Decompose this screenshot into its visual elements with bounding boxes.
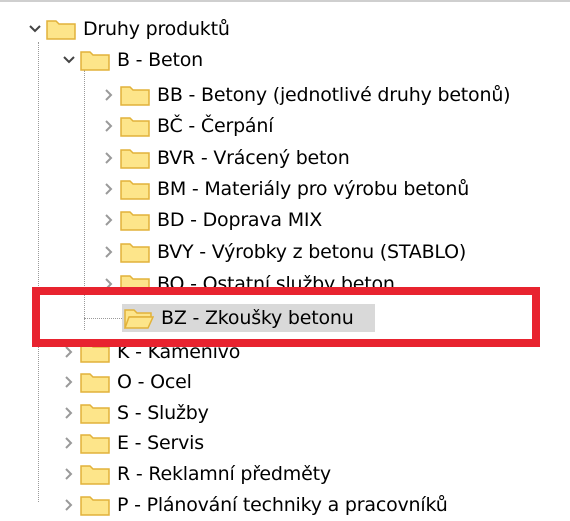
chevron-down-icon[interactable] [24, 16, 46, 42]
folder-icon [120, 147, 150, 169]
folder-icon [80, 432, 110, 454]
folder-icon [120, 241, 150, 263]
tree-node-bc[interactable]: BČ - Čerpání [98, 113, 273, 139]
tree-node-bm[interactable]: BM - Materiály pro výrobu betonů [98, 176, 469, 202]
chevron-right-icon[interactable] [98, 145, 120, 171]
tree-node-bvy[interactable]: BVY - Výrobky z betonu (STABLO) [98, 239, 466, 265]
chevron-down-icon[interactable] [58, 47, 80, 73]
chevron-right-icon[interactable] [98, 176, 120, 202]
chevron-right-icon[interactable] [58, 492, 80, 518]
chevron-right-icon[interactable] [58, 400, 80, 426]
tree-node-label: BM - Materiály pro výrobu betonů [157, 178, 470, 200]
annotation-highlight-box [32, 287, 540, 347]
tree-node-bd[interactable]: BD - Doprava MIX [98, 207, 322, 233]
chevron-right-icon[interactable] [98, 82, 120, 108]
folder-icon [120, 115, 150, 137]
tree-node-label: B - Beton [117, 49, 204, 71]
folder-icon [120, 84, 150, 106]
chevron-right-icon[interactable] [98, 239, 120, 265]
tree-node-bb[interactable]: BB - Betony (jednotlivé druhy betonů) [98, 82, 511, 108]
chevron-right-icon[interactable] [58, 430, 80, 456]
product-tree[interactable]: Druhy produktů B - Beton BB - Betony (je… [0, 0, 570, 519]
tree-node-label: O - Ocel [117, 371, 192, 393]
tree-node-s[interactable]: S - Služby [58, 400, 209, 426]
tree-node-p[interactable]: P - Plánování techniky a pracovníků [58, 492, 448, 518]
folder-icon [120, 178, 150, 200]
tree-node-label: BČ - Čerpání [157, 115, 274, 137]
tree-node-label: BVY - Výrobky z betonu (STABLO) [157, 241, 467, 263]
tree-node-root[interactable]: Druhy produktů [24, 16, 230, 42]
chevron-right-icon[interactable] [98, 207, 120, 233]
tree-node-beton[interactable]: B - Beton [58, 47, 203, 73]
tree-node-label: S - Služby [117, 402, 209, 424]
chevron-right-icon[interactable] [98, 113, 120, 139]
folder-icon [80, 402, 110, 424]
tree-node-label: R - Reklamní předměty [117, 463, 331, 485]
folder-icon [120, 209, 150, 231]
tree-node-o[interactable]: O - Ocel [58, 369, 192, 395]
tree-guide-line [38, 42, 39, 502]
tree-node-e[interactable]: E - Servis [58, 430, 204, 456]
folder-icon [80, 463, 110, 485]
folder-icon [46, 18, 76, 40]
tree-node-label: BVR - Vrácený beton [157, 147, 350, 169]
tree-node-label: P - Plánování techniky a pracovníků [117, 494, 448, 516]
folder-icon [80, 49, 110, 71]
tree-node-label: Druhy produktů [83, 18, 230, 40]
tree-node-label: BB - Betony (jednotlivé druhy betonů) [157, 84, 511, 106]
chevron-right-icon[interactable] [58, 369, 80, 395]
tree-node-r[interactable]: R - Reklamní předměty [58, 461, 331, 487]
folder-icon [80, 494, 110, 516]
tree-node-bvr[interactable]: BVR - Vrácený beton [98, 145, 350, 171]
chevron-right-icon[interactable] [58, 461, 80, 487]
folder-icon [80, 371, 110, 393]
tree-node-label: BD - Doprava MIX [157, 209, 323, 231]
tree-node-label: E - Servis [117, 432, 204, 454]
